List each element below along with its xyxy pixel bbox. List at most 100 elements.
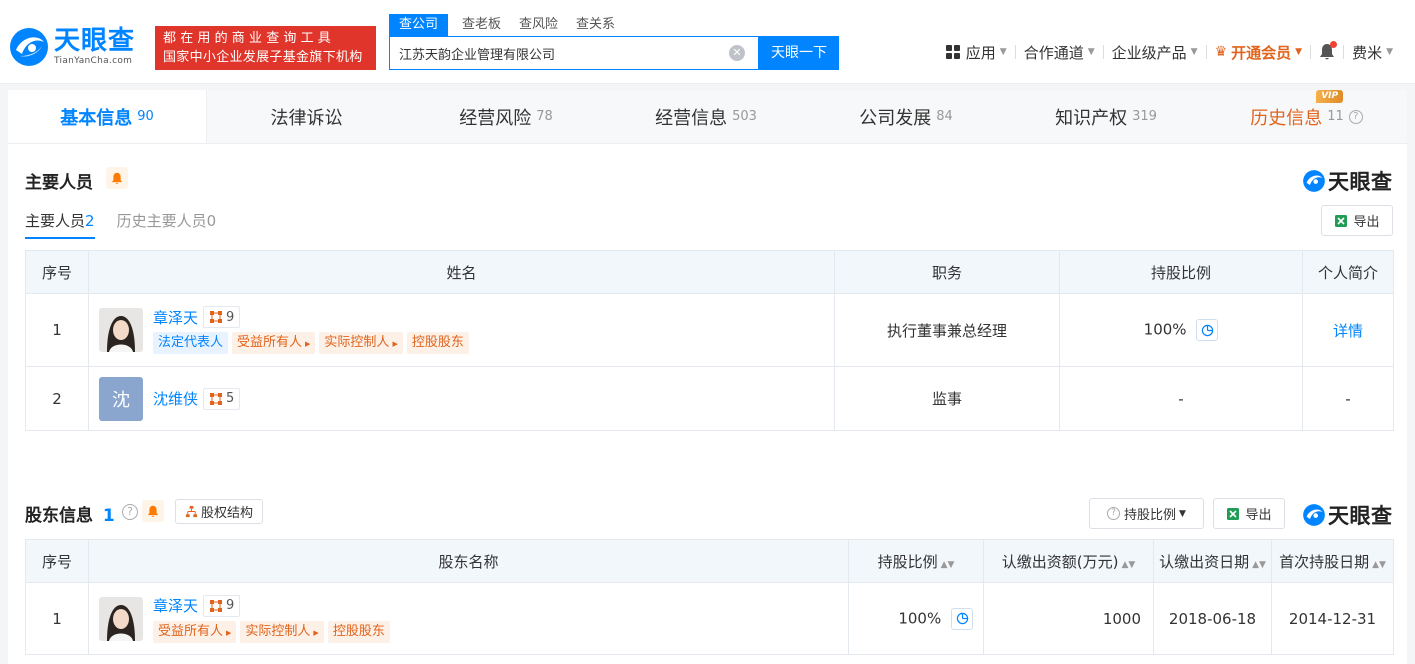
bell-icon <box>147 505 159 517</box>
tag-beneficiary[interactable]: 受益所有人 ▶ <box>232 332 316 354</box>
bell-icon <box>111 172 123 184</box>
tab-basic-info[interactable]: 基本信息 90 <box>8 90 207 143</box>
tag-actual-controller[interactable]: 实际控制人 ▶ <box>319 332 403 354</box>
pie-chart-icon <box>956 612 968 625</box>
col-first-date[interactable]: 首次持股日期 ▲▼ <box>1271 539 1394 583</box>
unread-dot <box>1330 41 1338 48</box>
company-tabs: 基本信息 90 法律诉讼 经营风险 78 经营信息 503 公司发展 84 知识产权 31… <box>8 89 1407 144</box>
sort-icon: ▲▼ <box>940 559 955 570</box>
search-type-tabs: 查公司 查老板 查风险 查关系 <box>389 14 633 36</box>
help-icon[interactable]: ? <box>122 504 138 520</box>
export-label: 导出 <box>1245 508 1272 523</box>
tianyancha-logo-icon <box>1303 170 1325 192</box>
tab-litigation[interactable]: 法律诉讼 <box>207 90 406 143</box>
tab-ip[interactable]: 知识产权 319 <box>1006 90 1206 143</box>
subtab-history-personnel[interactable]: 历史主要人员0 <box>117 210 217 239</box>
tab-label: 经营信息 <box>655 107 728 129</box>
org-chart-icon <box>185 505 198 518</box>
tag-label: 实际控制人 <box>324 335 390 350</box>
nav-apps[interactable]: 应用 ▼ <box>938 42 1015 63</box>
relation-count-badge[interactable]: 5 <box>203 387 241 410</box>
person-cell: 沈 沈维侠 5 <box>89 376 834 421</box>
nav-apps-label: 应用 <box>965 43 996 62</box>
shareholders-title-label: 股东信息 <box>25 506 93 526</box>
tag-legal-rep[interactable]: 法定代表人 <box>153 332 229 354</box>
caret-down-icon: ▼ <box>1386 47 1393 57</box>
tag-controlling-shareholder[interactable]: 控股股东 <box>327 620 390 643</box>
col-amount[interactable]: 认缴出资额(万元) ▲▼ <box>983 539 1154 583</box>
search-tab-relation[interactable]: 查关系 <box>576 14 615 36</box>
avatar[interactable]: 沈 <box>99 376 143 421</box>
tab-development[interactable]: 公司发展 84 <box>806 90 1006 143</box>
equity-structure-button[interactable]: 股权结构 <box>175 499 263 524</box>
tab-operating-info[interactable]: 经营信息 503 <box>606 90 806 143</box>
table-header-row: 序号 股东名称 持股比例 ▲▼ 认缴出资额(万元) ▲▼ 认缴出资日期 ▲▼ 首次持股… <box>25 539 1394 583</box>
shareholders-monitor-button[interactable] <box>142 500 164 522</box>
slogan-line-2: 国家中小企业发展子基金旗下机构 <box>163 50 363 65</box>
col-index: 序号 <box>25 250 89 294</box>
nav-enterprise[interactable]: 企业级产品 ▼ <box>1104 42 1206 63</box>
search-tab-risk[interactable]: 查风险 <box>519 14 558 36</box>
row-ratio: 100% <box>898 609 942 627</box>
caret-down-icon: ▼ <box>1179 508 1186 519</box>
personnel-export-button[interactable]: 导出 <box>1321 205 1393 236</box>
bio-detail-link[interactable]: 详情 <box>1333 322 1363 340</box>
relation-count-badge[interactable]: 9 <box>203 594 241 617</box>
subtab-current-personnel[interactable]: 主要人员2 <box>25 210 95 239</box>
subtab-count: 2 <box>85 212 95 230</box>
row-index: 1 <box>25 293 89 367</box>
top-nav: 应用 ▼ 合作通道 ▼ 企业级产品 ▼ ♛ 开通会员 ▼ 费米 ▼ <box>938 40 1401 64</box>
personnel-monitor-button[interactable] <box>106 167 128 189</box>
row-bio: - <box>1302 366 1394 431</box>
search-button[interactable]: 天眼一下 <box>759 36 839 70</box>
ratio-filter-dropdown[interactable]: ? 持股比例 ▼ <box>1089 498 1204 529</box>
caret-down-icon: ▼ <box>1190 47 1198 57</box>
ratio-chart-button[interactable] <box>951 607 973 630</box>
col-index: 序号 <box>25 539 89 583</box>
shareholders-title: 股东信息 1 <box>25 501 115 526</box>
tag-label: 受益所有人 <box>158 623 224 639</box>
caret-right-icon: ▶ <box>313 628 319 637</box>
tag-actual-controller[interactable]: 实际控制人 ▶ <box>240 620 324 643</box>
search-box: ✕ <box>389 36 759 70</box>
col-date[interactable]: 认缴出资日期 ▲▼ <box>1153 539 1272 583</box>
logo-text: 天眼查 <box>54 26 136 56</box>
tab-operating-risk[interactable]: 经营风险 78 <box>406 90 606 143</box>
relation-count-badge[interactable]: 9 <box>203 306 241 328</box>
row-index: 1 <box>25 582 89 655</box>
avatar[interactable] <box>99 596 143 641</box>
person-name-link[interactable]: 章泽天 <box>153 307 198 328</box>
row-position: 监事 <box>834 366 1060 431</box>
tag-controlling-shareholder[interactable]: 控股股东 <box>406 332 469 354</box>
search-tab-boss[interactable]: 查老板 <box>462 14 501 36</box>
relation-count: 9 <box>226 598 235 613</box>
shareholders-export-button[interactable]: 导出 <box>1213 498 1285 529</box>
tag-label: 受益所有人 <box>237 335 303 350</box>
caret-down-icon: ▼ <box>1087 47 1095 57</box>
table-row: 1 章泽天 9 <box>25 293 1394 367</box>
row-position: 执行董事兼总经理 <box>834 293 1060 367</box>
brand-text: 天眼查 <box>1328 170 1393 194</box>
logo[interactable]: 天眼查 TianYanCha.com <box>8 26 135 68</box>
ratio-chart-button[interactable] <box>1196 319 1219 341</box>
help-icon[interactable]: ? <box>1348 109 1363 124</box>
avatar[interactable] <box>99 308 143 352</box>
person-name-link[interactable]: 沈维侠 <box>153 388 198 409</box>
notification-button[interactable] <box>1311 41 1343 61</box>
col-ratio[interactable]: 持股比例 ▲▼ <box>848 539 984 583</box>
tag-beneficiary[interactable]: 受益所有人 ▶ <box>153 620 237 643</box>
nav-partner[interactable]: 合作通道 ▼ <box>1016 42 1103 63</box>
search-tab-company[interactable]: 查公司 <box>389 14 449 36</box>
export-label: 导出 <box>1353 215 1380 230</box>
sort-icon: ▲▼ <box>1252 559 1266 570</box>
nav-user-label: 费米 <box>1352 43 1383 62</box>
tianyancha-logo-icon <box>10 28 48 66</box>
nav-user[interactable]: 费米 ▼ <box>1344 42 1401 63</box>
tab-count: 84 <box>936 109 953 124</box>
clear-icon[interactable]: ✕ <box>729 45 745 61</box>
shareholder-name-link[interactable]: 章泽天 <box>153 595 198 616</box>
tab-history[interactable]: 历史信息 VIP 11 ? <box>1206 89 1407 143</box>
nav-vip[interactable]: ♛ 开通会员 ▼ <box>1207 42 1311 63</box>
search-input[interactable] <box>390 37 720 69</box>
shareholders-count: 1 <box>102 506 115 526</box>
